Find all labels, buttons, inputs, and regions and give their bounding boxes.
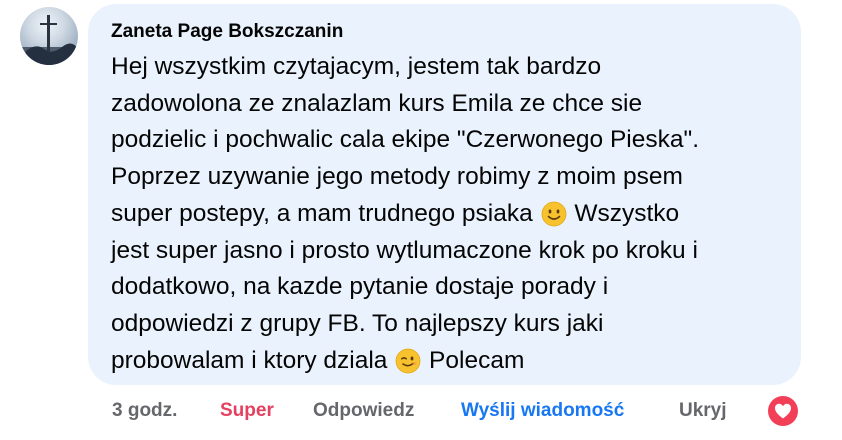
comment-line-part: Wszystko [567, 199, 680, 227]
send-message-button[interactable]: Wyślij wiadomość [461, 400, 624, 422]
heart-icon [768, 396, 798, 426]
reply-button[interactable]: Odpowiedz [313, 400, 414, 422]
avatar[interactable] [20, 7, 78, 65]
comment-line: dodatkowo, na kazde pytanie dostaje pora… [111, 273, 609, 301]
comment-actions: 3 godz. Super Odpowiedz Wyślij wiadomość… [0, 397, 842, 427]
reaction-button[interactable]: Super [220, 400, 274, 422]
slightly-smiling-face-icon [541, 201, 567, 227]
timestamp-link[interactable]: 3 godz. [112, 400, 177, 422]
comment-line-part: super postepy, a mam trudnego psiaka [111, 199, 540, 227]
comment-author[interactable]: Zaneta Page Bokszczanin [111, 21, 343, 43]
hide-button[interactable]: Ukryj [679, 400, 727, 422]
winking-face-icon [395, 348, 421, 374]
comment-text: Hej wszystkim czytajacym, jestem tak bar… [111, 49, 801, 379]
comment-item: Zaneta Page Bokszczanin Hej wszystkim cz… [0, 0, 842, 440]
comment-line: jest super jasno i prosto wytlumaczone k… [111, 236, 698, 264]
comment-line: Hej wszystkim czytajacym, jestem tak bar… [111, 53, 602, 80]
comment-line: Poprzez uzywanie jego metody robimy z mo… [111, 163, 683, 191]
comment-line: odpowiedzi z grupy FB. To najlepszy kurs… [111, 309, 604, 337]
comment-line-part: probowalam i ktory dziala [111, 346, 395, 374]
comment-line: podzielic i pochwalic cala ekipe "Czerwo… [111, 126, 699, 154]
comment-line: probowalam i ktory dziala Polecam [111, 343, 801, 380]
comment-line-part: Polecam [422, 346, 525, 374]
comment-line: zadowolona ze znalazlam kurs Emila ze ch… [111, 89, 643, 117]
comment-line: super postepy, a mam trudnego psiaka Wsz… [111, 196, 801, 233]
reaction-badge[interactable] [766, 394, 800, 428]
